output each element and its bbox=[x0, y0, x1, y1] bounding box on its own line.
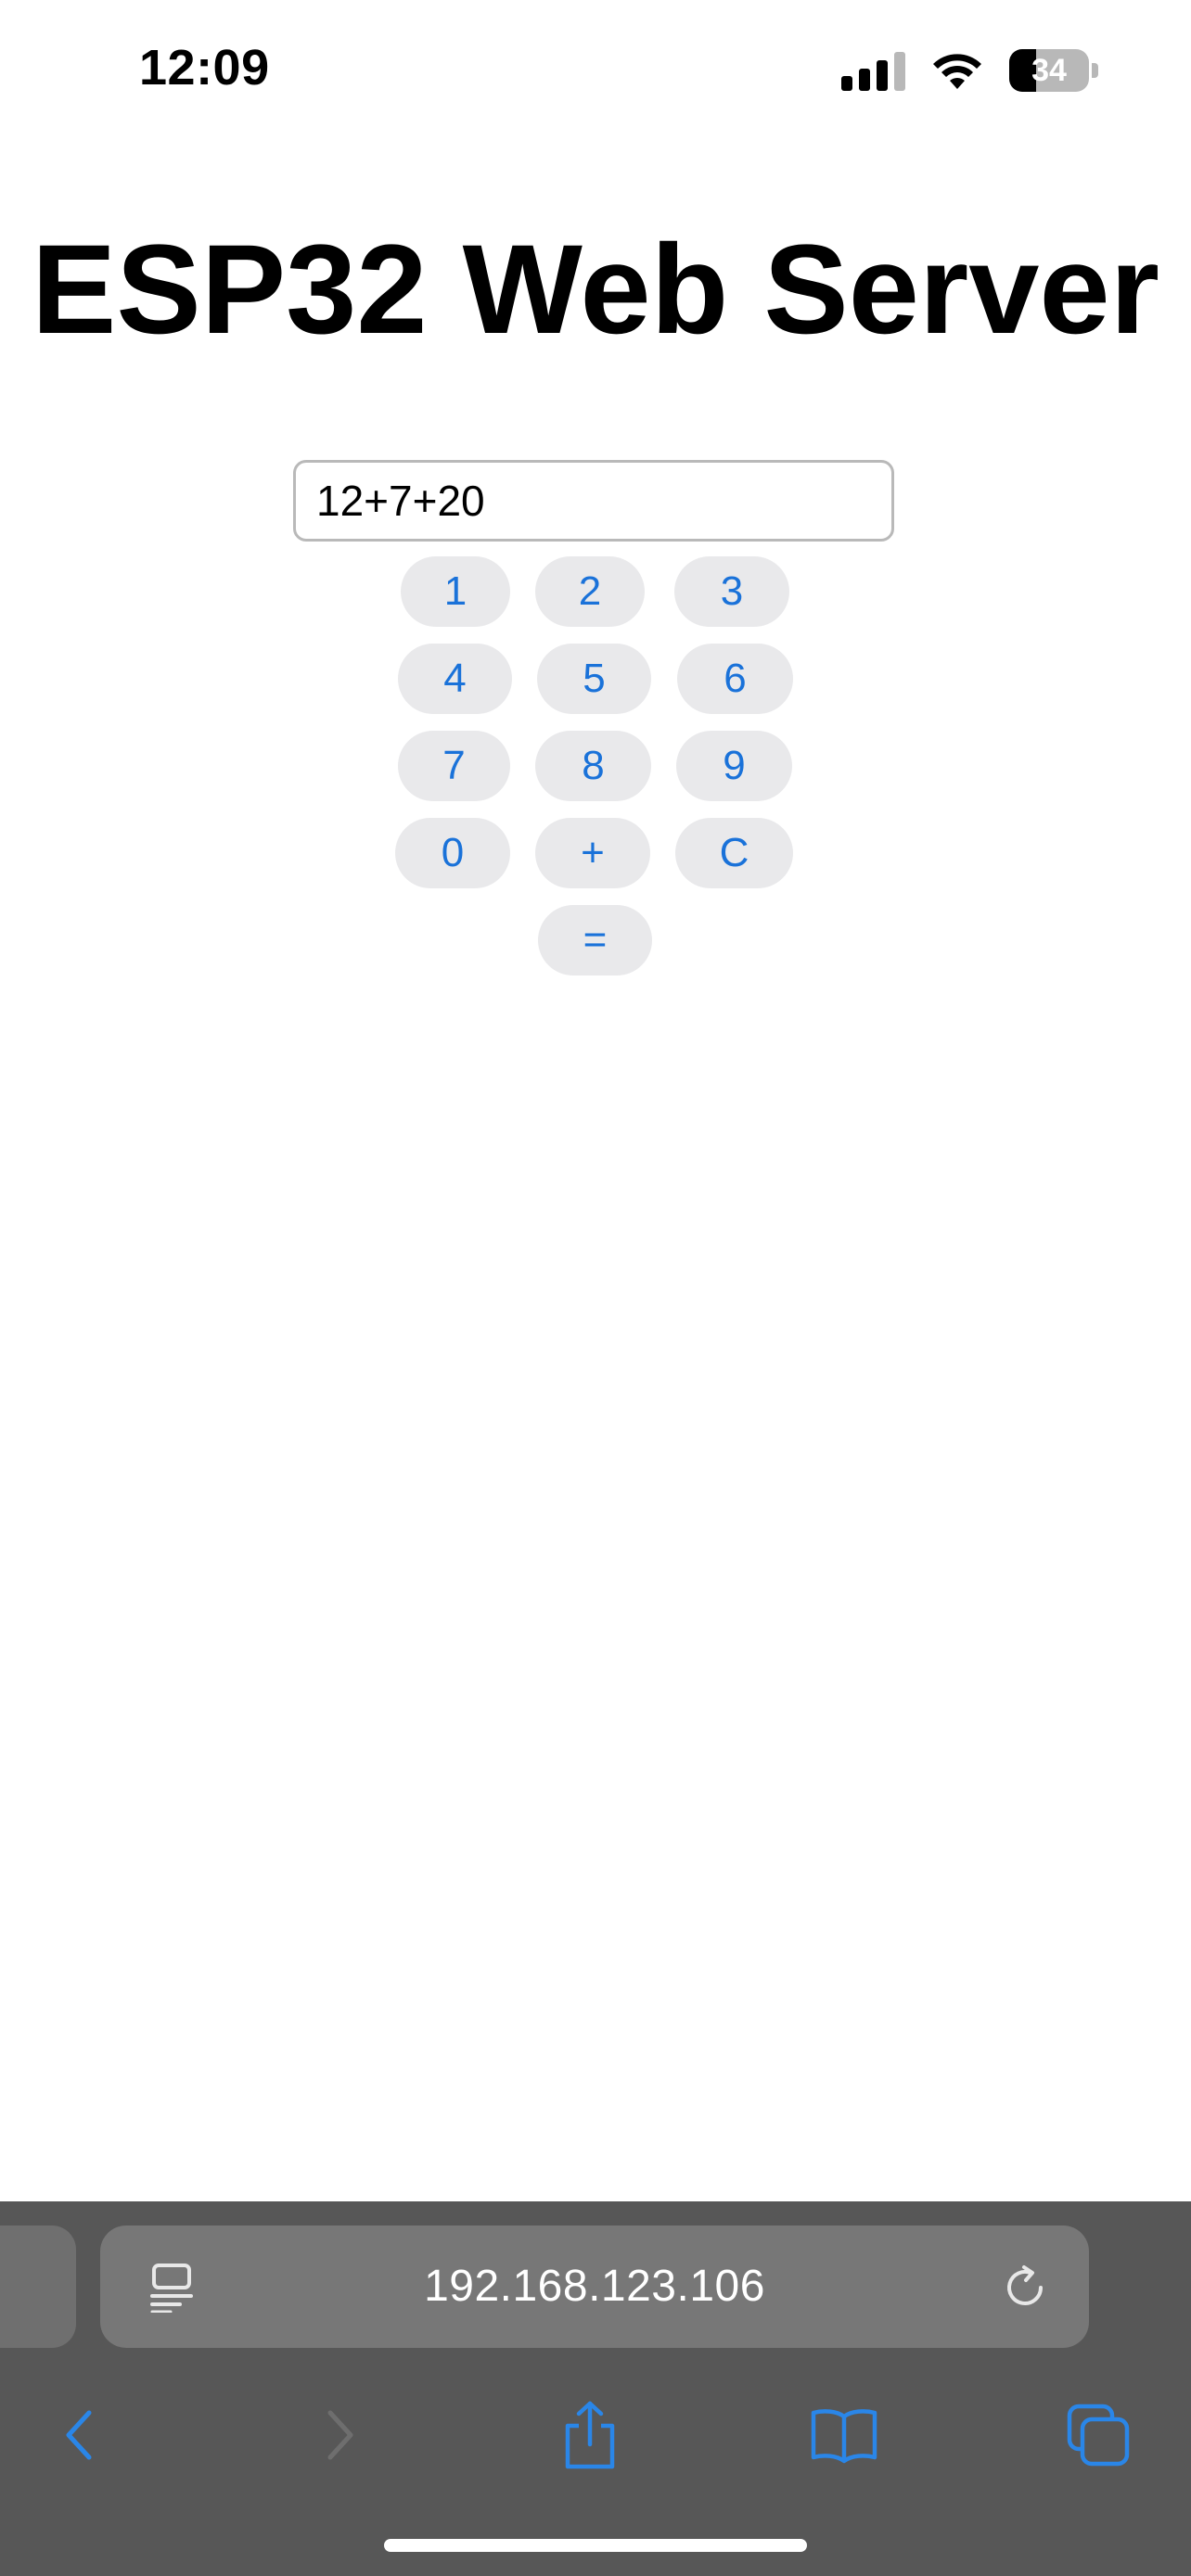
url-text: 192.168.123.106 bbox=[424, 2262, 765, 2311]
key-7-button[interactable]: 7 bbox=[398, 731, 510, 801]
page-title: ESP32 Web Server bbox=[32, 219, 1159, 361]
forward-icon bbox=[327, 2410, 353, 2460]
key-5-button[interactable]: 5 bbox=[537, 644, 651, 714]
battery-level: 34 bbox=[1031, 53, 1067, 88]
share-button[interactable] bbox=[545, 2391, 634, 2480]
previous-tab-preview[interactable] bbox=[0, 2225, 76, 2348]
wifi-icon bbox=[933, 54, 981, 89]
status-time: 12:09 bbox=[139, 40, 270, 96]
key-2-button[interactable]: 2 bbox=[535, 556, 645, 627]
calculator-display-input[interactable] bbox=[293, 460, 894, 542]
battery-icon: 34 bbox=[1009, 49, 1098, 92]
back-button[interactable] bbox=[35, 2391, 124, 2480]
key-4-button[interactable]: 4 bbox=[398, 644, 512, 714]
status-indicators: 34 bbox=[841, 45, 1098, 96]
key-1-button[interactable]: 1 bbox=[401, 556, 510, 627]
forward-button[interactable] bbox=[295, 2391, 384, 2480]
bookmarks-button[interactable] bbox=[800, 2391, 889, 2480]
reload-icon[interactable] bbox=[1000, 2263, 1050, 2313]
key-8-button[interactable]: 8 bbox=[535, 731, 651, 801]
plus-button[interactable]: + bbox=[535, 818, 650, 888]
key-3-button[interactable]: 3 bbox=[674, 556, 789, 627]
browser-bottom-bar: 192.168.123.106 bbox=[0, 2201, 1191, 2576]
clear-button[interactable]: C bbox=[675, 818, 793, 888]
tabs-button[interactable] bbox=[1054, 2391, 1143, 2480]
key-9-button[interactable]: 9 bbox=[676, 731, 792, 801]
back-icon bbox=[66, 2410, 92, 2460]
key-6-button[interactable]: 6 bbox=[677, 644, 793, 714]
share-icon bbox=[565, 2401, 615, 2469]
home-indicator bbox=[384, 2539, 807, 2552]
tabs-icon bbox=[1067, 2404, 1130, 2467]
key-0-button[interactable]: 0 bbox=[395, 818, 510, 888]
cellular-signal-icon bbox=[841, 50, 905, 91]
address-bar[interactable]: 192.168.123.106 bbox=[100, 2225, 1089, 2348]
equals-button[interactable]: = bbox=[538, 905, 652, 976]
bookmarks-icon bbox=[811, 2409, 877, 2464]
